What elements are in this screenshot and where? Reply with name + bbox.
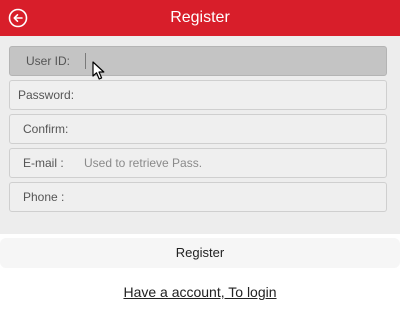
user-id-label: User ID: [26,54,71,68]
page-title: Register [170,9,230,26]
email-placeholder[interactable]: Used to retrieve Pass. [84,149,202,177]
email-field[interactable]: E-mail : Used to retrieve Pass. [9,148,387,178]
register-form: User ID: Password: Confirm: E-mail : Use… [0,36,400,234]
password-field[interactable]: Password: [9,80,387,110]
password-label: Password: [18,88,75,102]
mouse-pointer-icon [92,61,105,80]
email-label: E-mail : [23,156,64,170]
phone-label: Phone : [23,190,65,204]
user-id-field[interactable]: User ID: [9,46,387,76]
confirm-label: Confirm: [23,122,69,136]
text-caret [85,53,86,69]
login-link[interactable]: Have a account, To login [0,282,400,302]
register-button[interactable]: Register [0,238,400,268]
phone-field[interactable]: Phone : [9,182,387,212]
confirm-field[interactable]: Confirm: [9,114,387,144]
header-bar: Register [0,0,400,36]
